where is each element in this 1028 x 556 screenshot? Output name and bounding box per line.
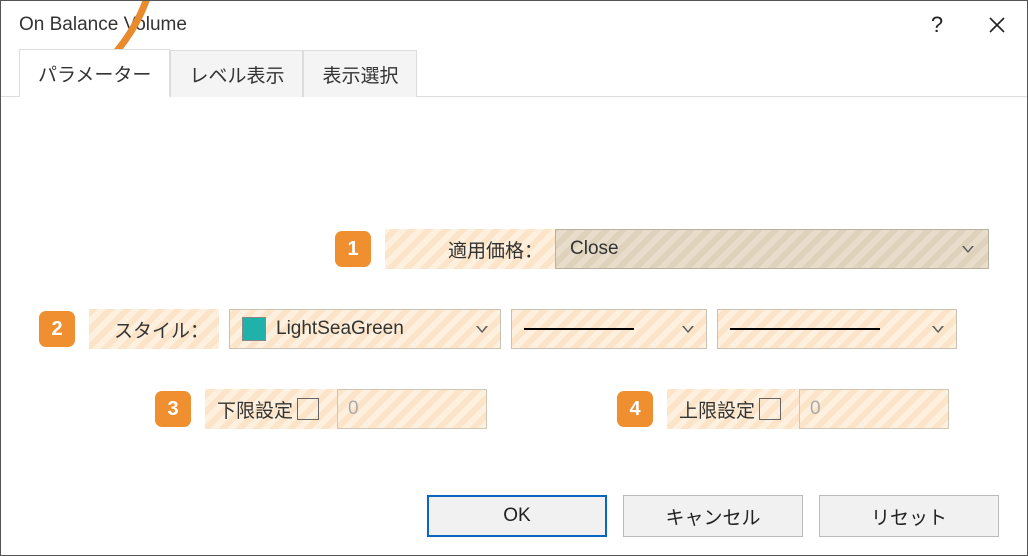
help-button[interactable]: ? bbox=[907, 1, 967, 49]
callout-4: 4 bbox=[617, 391, 653, 427]
row-limits: 3 下限設定 0 4 上限設定 0 bbox=[155, 389, 989, 429]
tab-display[interactable]: 表示選択 bbox=[303, 50, 417, 97]
row-applied-price: 1 適用価格： Close bbox=[335, 229, 989, 269]
chevron-down-icon bbox=[682, 326, 694, 333]
applied-price-value: Close bbox=[570, 238, 619, 260]
color-name: LightSeaGreen bbox=[276, 318, 404, 340]
color-swatch bbox=[242, 317, 266, 341]
lower-limit-value: 0 bbox=[348, 398, 359, 420]
close-button[interactable] bbox=[967, 1, 1027, 49]
tabstrip: パラメーター レベル表示 表示選択 bbox=[1, 51, 1027, 97]
lower-limit-text: 下限設定 bbox=[217, 396, 293, 423]
button-bar: OK キャンセル リセット bbox=[427, 495, 999, 537]
content-area: 1 適用価格： Close 2 スタイル： LightSeaGreen bbox=[1, 97, 1027, 429]
upper-limit-text: 上限設定 bbox=[679, 396, 755, 423]
lower-limit-checkbox[interactable] bbox=[297, 398, 319, 420]
applied-price-dropdown[interactable]: Close bbox=[555, 229, 989, 269]
callout-2: 2 bbox=[39, 311, 75, 347]
style-color-dropdown[interactable]: LightSeaGreen bbox=[229, 309, 501, 349]
ok-button[interactable]: OK bbox=[427, 495, 607, 537]
line-width-sample bbox=[524, 328, 634, 330]
row-style: 2 スタイル： LightSeaGreen bbox=[39, 309, 989, 349]
line-pattern-sample bbox=[730, 328, 880, 330]
tab-parameters[interactable]: パラメーター bbox=[19, 49, 170, 97]
upper-limit-checkbox[interactable] bbox=[759, 398, 781, 420]
label-style: スタイル： bbox=[89, 309, 219, 349]
lower-limit-input[interactable]: 0 bbox=[337, 389, 487, 429]
style-pattern-dropdown[interactable] bbox=[717, 309, 957, 349]
window-title: On Balance Volume bbox=[19, 14, 187, 36]
reset-button[interactable]: リセット bbox=[819, 495, 999, 537]
titlebar: On Balance Volume ? bbox=[1, 1, 1027, 49]
callout-3: 3 bbox=[155, 391, 191, 427]
label-lower-limit: 下限設定 bbox=[205, 389, 337, 429]
window-controls: ? bbox=[907, 1, 1027, 49]
cancel-button[interactable]: キャンセル bbox=[623, 495, 803, 537]
chevron-down-icon bbox=[962, 246, 974, 253]
dialog-window: On Balance Volume ? パラメーター レベル表示 表示選択 1 … bbox=[0, 0, 1028, 556]
style-width-dropdown[interactable] bbox=[511, 309, 707, 349]
label-applied-price: 適用価格： bbox=[385, 229, 555, 269]
callout-1: 1 bbox=[335, 231, 371, 267]
label-upper-limit: 上限設定 bbox=[667, 389, 799, 429]
tab-levels[interactable]: レベル表示 bbox=[170, 50, 303, 97]
lower-limit-group: 3 下限設定 0 bbox=[155, 389, 487, 429]
upper-limit-value: 0 bbox=[810, 398, 821, 420]
upper-limit-group: 4 上限設定 0 bbox=[617, 389, 949, 429]
upper-limit-input[interactable]: 0 bbox=[799, 389, 949, 429]
chevron-down-icon bbox=[476, 326, 488, 333]
chevron-down-icon bbox=[932, 326, 944, 333]
